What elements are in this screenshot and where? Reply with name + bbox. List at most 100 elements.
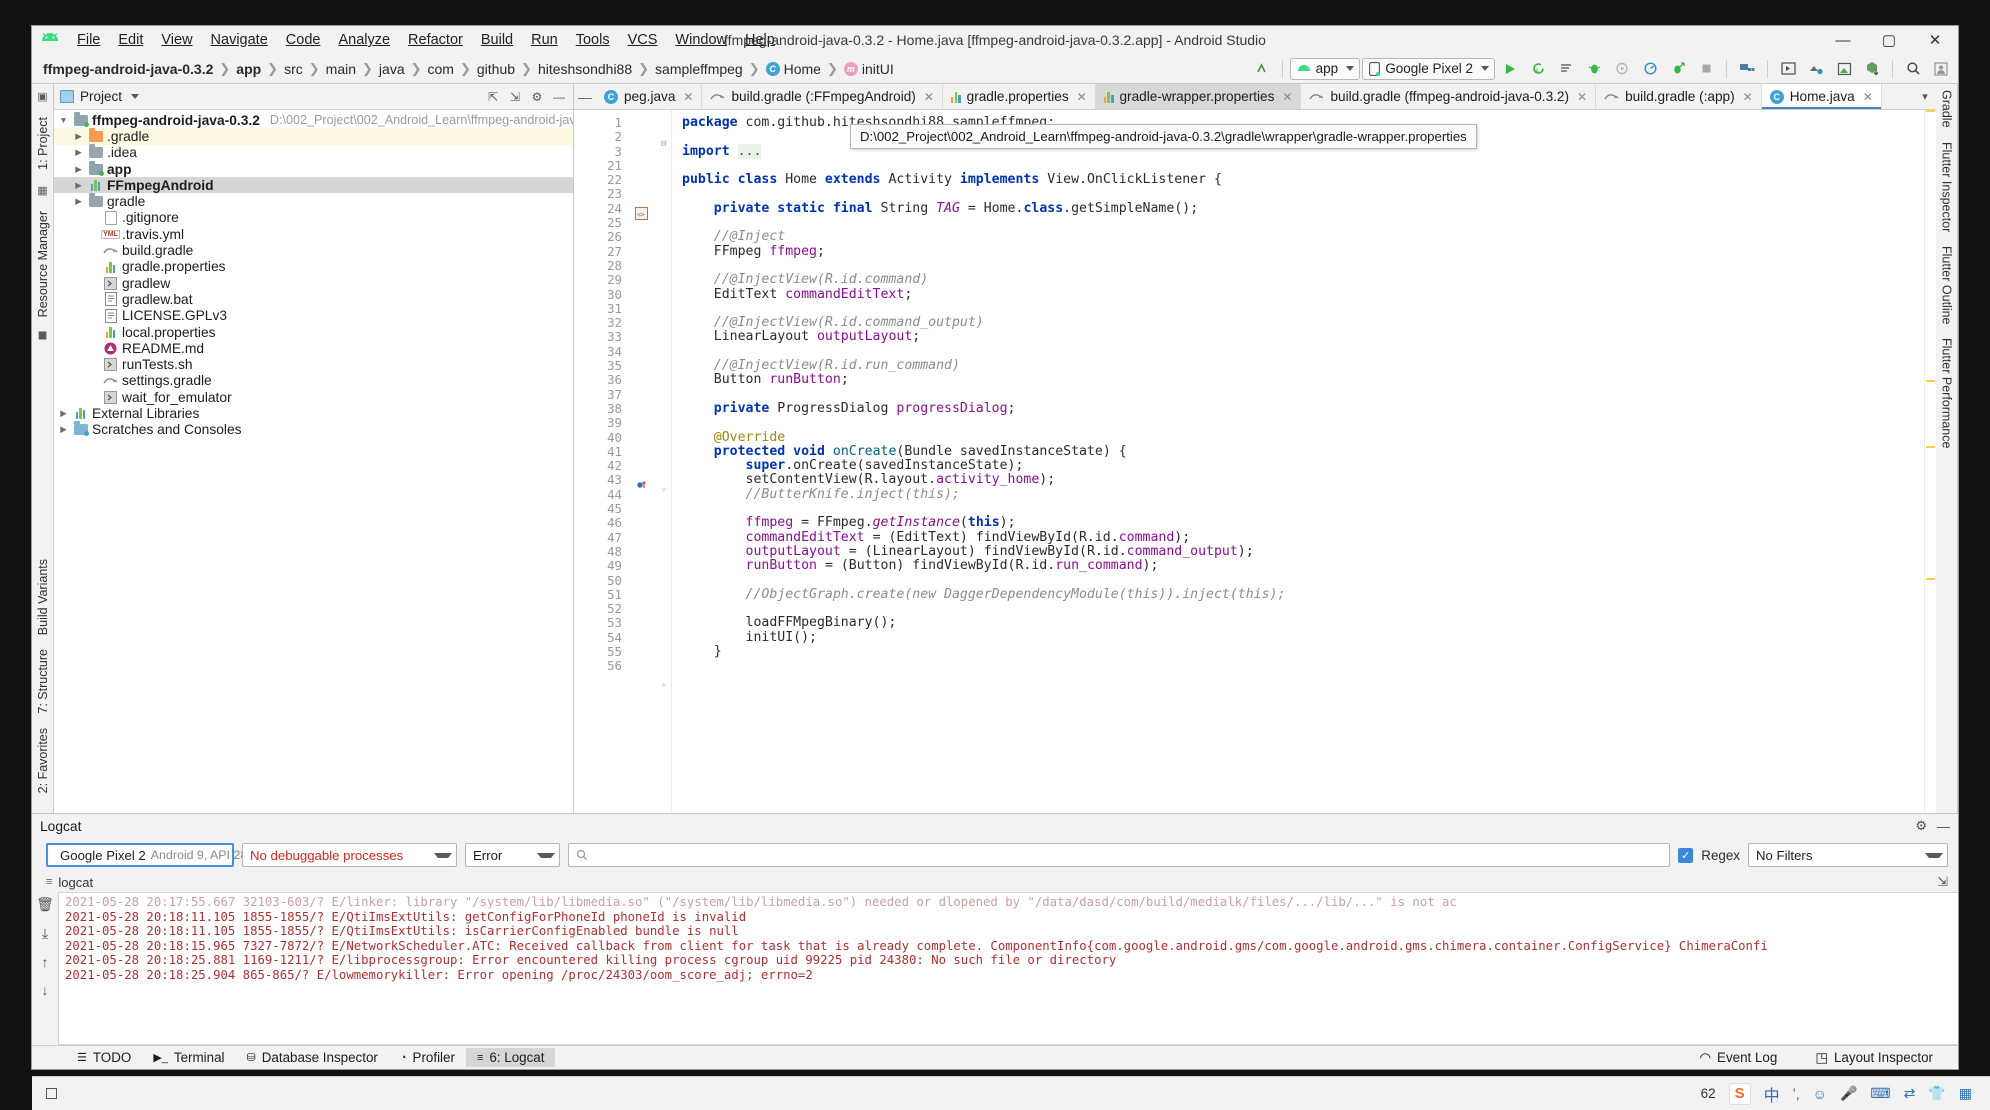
punctuation-icon[interactable]: ʼ, <box>1793 1086 1800 1102</box>
mic-icon[interactable]: 🎤 <box>1840 1085 1857 1102</box>
tool-window-todo[interactable]: ☰ TODO <box>66 1048 142 1067</box>
tree-item-ffmpeg-android-java-0-3-2[interactable]: ▼ ffmpeg-android-java-0.3.2 D:\002_Project… <box>54 111 573 128</box>
emoji-icon[interactable]: ☺ <box>1813 1086 1827 1102</box>
fold-method-start-icon[interactable]: ⌄ <box>661 483 666 493</box>
override-marker-icon[interactable] <box>636 479 648 495</box>
editor-marker-stripe[interactable] <box>1924 110 1936 813</box>
menu-window[interactable]: Window <box>666 29 736 51</box>
menu-analyze[interactable]: Analyze <box>329 29 399 51</box>
menu-refactor[interactable]: Refactor <box>399 29 472 51</box>
module-selector[interactable]: app <box>1289 57 1361 80</box>
menu-view[interactable]: View <box>152 29 201 51</box>
event-log-button[interactable]: ◠ Event Log <box>1688 1048 1788 1068</box>
tree-item-wait-for-emulator[interactable]: ▶ wait_for_emulator <box>54 389 573 405</box>
sync-gradle-button[interactable] <box>1859 57 1885 81</box>
menu-edit[interactable]: Edit <box>109 29 152 51</box>
collapse-all-icon[interactable]: ⇲ <box>507 89 523 105</box>
chinese-ime-icon[interactable]: 中 <box>1764 1082 1780 1106</box>
menu-navigate[interactable]: Navigate <box>202 29 277 51</box>
tool-window-database-inspector[interactable]: ⛁ Database Inspector <box>236 1048 389 1067</box>
device-selector[interactable]: Google Pixel 2 <box>1362 57 1495 80</box>
tab-close-icon[interactable]: ✕ <box>1743 90 1753 104</box>
rail-item-flutter-inspector[interactable]: Flutter Inspector <box>1940 142 1954 232</box>
breadcrumb-java[interactable]: java <box>374 60 410 78</box>
logcat-process-selector[interactable]: No debuggable processes <box>242 843 457 867</box>
rail-item-flutter-outline[interactable]: Flutter Outline <box>1940 246 1954 325</box>
breadcrumb-initui-method[interactable]: m initUI <box>839 60 899 78</box>
rail-item-flutter-performance[interactable]: Flutter Performance <box>1940 338 1954 448</box>
tree-expand-arrow[interactable]: ▶ <box>73 131 84 142</box>
code-text[interactable]: package com.github.hiteshsondhi88.sample… <box>672 110 1924 813</box>
tree-expand-arrow-open[interactable]: ▼ <box>58 115 69 125</box>
attach-debugger-button[interactable] <box>1609 57 1635 81</box>
tree-item-license-gplv3[interactable]: ▶ LICENSE.GPLv3 <box>54 308 573 324</box>
tree-expand-arrow[interactable]: ▶ <box>58 424 69 435</box>
keyboard-icon[interactable]: ⌨ <box>1870 1085 1890 1102</box>
tree-item-gradlew[interactable]: ▶ gradlew <box>54 275 573 291</box>
rail-item-structure[interactable]: 7: Structure <box>36 649 50 714</box>
sdk-manager-button[interactable] <box>1775 57 1801 81</box>
rail-item-build-variants[interactable]: Build Variants <box>36 559 50 635</box>
hide-panel-icon[interactable]: — <box>551 89 567 105</box>
logcat-expand-icon[interactable]: ⇲ <box>1937 874 1958 890</box>
editor-tab-build-gradle-app-[interactable]: build.gradle (:app) ✕ <box>1596 84 1762 109</box>
toolbox-icon[interactable]: ▦ <box>1959 1085 1972 1102</box>
tab-close-icon[interactable]: ✕ <box>924 90 934 104</box>
logcat-tab-label[interactable]: logcat <box>58 875 93 890</box>
tree-expand-arrow[interactable]: ▶ <box>73 147 84 158</box>
menu-run[interactable]: Run <box>522 29 567 51</box>
logcat-search-input[interactable] <box>593 847 1663 863</box>
tree-item-runtests-sh[interactable]: ▶ runTests.sh <box>54 356 573 372</box>
rail-item-favorites[interactable]: 2: Favorites <box>36 728 50 793</box>
logcat-device-selector[interactable]: Google Pixel 2 Android 9, API 28 <box>46 843 271 867</box>
skin-icon[interactable]: 👕 <box>1928 1085 1945 1102</box>
tree-item-gradle[interactable]: ▶ gradle <box>54 193 573 209</box>
menu-build[interactable]: Build <box>472 29 522 51</box>
tree-item-local-properties[interactable]: ▶ local.properties <box>54 324 573 340</box>
editor-tab-bar[interactable]: — Cpeg.java ✕ build.gradle (:FFmpegAndroid… <box>574 84 1936 110</box>
logcat-filter-selector[interactable]: No Filters <box>1748 843 1948 867</box>
scroll-up-icon[interactable]: ↑ <box>42 954 49 970</box>
fold-method-end-icon[interactable]: ⌃ <box>661 683 666 693</box>
breadcrumb-sampleffmpeg[interactable]: sampleffmpeg <box>650 60 748 78</box>
close-button[interactable]: ✕ <box>1912 26 1958 54</box>
profiler-button[interactable] <box>1637 57 1663 81</box>
menu-help[interactable]: Help <box>736 29 784 51</box>
apply-changes-button[interactable] <box>1553 57 1579 81</box>
tab-close-icon[interactable]: ✕ <box>1577 90 1587 104</box>
project-tree[interactable]: ▼ ffmpeg-android-java-0.3.2 D:\002_Project… <box>54 110 573 813</box>
logcat-output[interactable]: 2021-05-28 20:17:55.667 32103-603/? E/li… <box>58 892 1958 1045</box>
tree-item-external-libraries[interactable]: ▶ External Libraries <box>54 405 573 421</box>
tabs-overflow-chevron-down-icon[interactable]: ▾ <box>1914 84 1936 109</box>
breadcrumb-com[interactable]: com <box>423 60 459 78</box>
editor-tab-gradle-properties[interactable]: gradle.properties ✕ <box>943 84 1096 109</box>
class-marker-icon[interactable]: <> <box>635 207 648 224</box>
tree-expand-arrow[interactable]: ▶ <box>73 196 84 207</box>
tab-close-icon[interactable]: ✕ <box>683 90 693 104</box>
editor-tab-build-gradle-ffmpegandroid-[interactable]: build.gradle (:FFmpegAndroid) ✕ <box>702 84 943 109</box>
breadcrumb-project[interactable]: ffmpeg-android-java-0.3.2 <box>38 60 218 78</box>
menu-code[interactable]: Code <box>277 29 330 51</box>
tab-close-icon[interactable]: ✕ <box>1282 90 1292 104</box>
maximize-button[interactable]: ▢ <box>1866 26 1912 54</box>
tree-item-gradlew-bat[interactable]: ▶ gradlew.bat <box>54 291 573 307</box>
breadcrumb-src[interactable]: src <box>279 60 308 78</box>
tab-close-icon[interactable]: ✕ <box>1863 90 1873 104</box>
expand-all-icon[interactable]: ⇱ <box>485 89 501 105</box>
breadcrumb-hiteshsondhi88[interactable]: hiteshsondhi88 <box>533 60 637 78</box>
tree-item--gitignore[interactable]: ▶ .gitignore <box>54 210 573 226</box>
search-everywhere-button[interactable] <box>1900 57 1926 81</box>
settings-gear-icon[interactable]: ⚙ <box>529 89 545 105</box>
tree-expand-arrow[interactable]: ▶ <box>58 408 69 419</box>
editor-tab-peg-java[interactable]: Cpeg.java ✕ <box>596 84 703 109</box>
layout-editor-button[interactable] <box>1803 57 1829 81</box>
logcat-search-box[interactable] <box>568 843 1671 867</box>
tool-window-profiler[interactable]: ◔ Profiler <box>389 1048 466 1067</box>
rail-item-project[interactable]: 1: Project <box>36 117 50 170</box>
logcat-level-selector[interactable]: Error <box>465 843 560 867</box>
tab-close-icon[interactable]: ✕ <box>1077 90 1087 104</box>
minimize-panel-icon[interactable]: — <box>1937 819 1950 834</box>
scroll-to-end-icon[interactable]: ⤓ <box>42 925 48 942</box>
editor-tab-gradle-wrapper-properties[interactable]: gradle-wrapper.properties ✕ <box>1095 84 1302 109</box>
tree-item-build-gradle[interactable]: ▶ build.gradle <box>54 242 573 258</box>
